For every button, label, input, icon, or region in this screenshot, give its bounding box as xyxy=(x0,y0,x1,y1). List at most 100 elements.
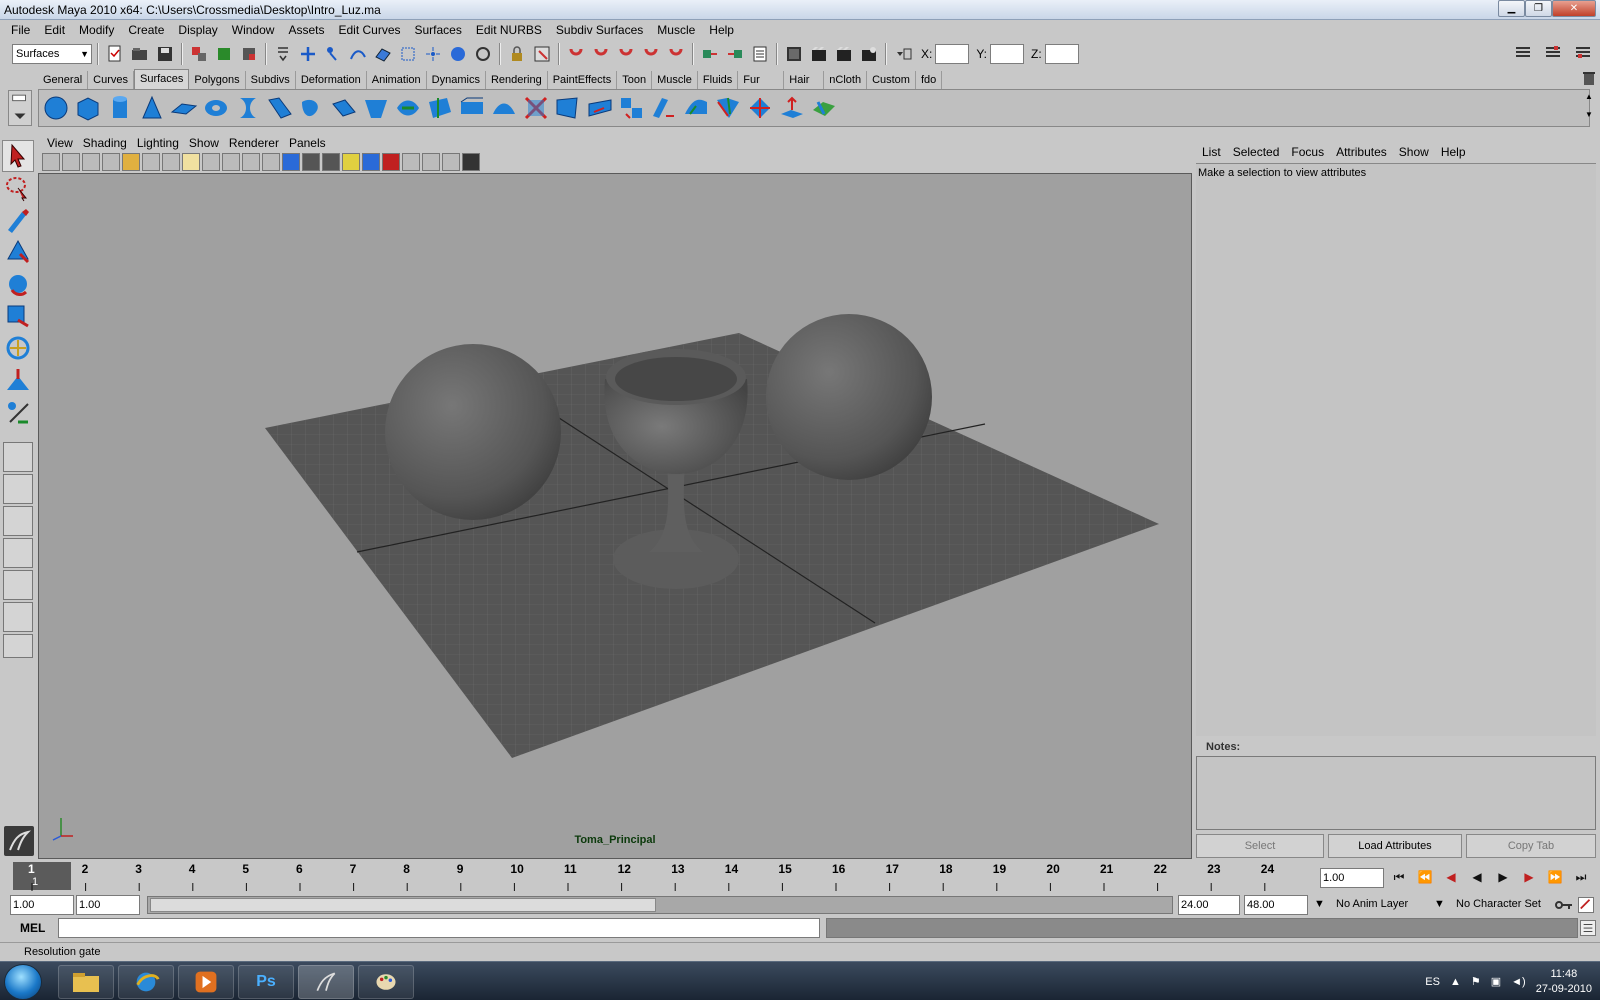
shelf-tab-hair[interactable]: Hair xyxy=(784,71,825,89)
image-plane-icon[interactable] xyxy=(102,153,120,171)
safe-action-icon[interactable] xyxy=(222,153,240,171)
loft-icon[interactable] xyxy=(265,92,294,124)
highlight-selection-icon[interactable] xyxy=(531,43,553,65)
resolution-gate-icon[interactable] xyxy=(162,153,180,171)
input-history-icon[interactable] xyxy=(699,43,721,65)
notes-field[interactable] xyxy=(1196,756,1596,830)
construction-history-icon[interactable] xyxy=(749,43,771,65)
menu-set-dropdown[interactable]: Surfaces ▼ xyxy=(12,44,92,64)
shelf-tab-ncloth[interactable]: nCloth xyxy=(824,71,868,89)
soft-modification-icon[interactable] xyxy=(2,364,34,396)
shadows-icon[interactable] xyxy=(362,153,380,171)
lock-selection-icon[interactable] xyxy=(506,43,528,65)
playback-start-field[interactable]: 1.00 xyxy=(76,895,140,915)
play-forwards-icon[interactable]: ▶ xyxy=(1492,866,1514,888)
universal-manipulator-icon[interactable] xyxy=(2,332,34,364)
clock[interactable]: 11:48 27-09-2010 xyxy=(1536,967,1592,997)
use-all-lights-icon[interactable] xyxy=(342,153,360,171)
menu-window[interactable]: Window xyxy=(225,23,282,37)
camera-attributes-icon[interactable] xyxy=(62,153,80,171)
go-to-start-icon[interactable]: ⏮ xyxy=(1388,866,1410,888)
open-close-surfaces-icon[interactable] xyxy=(681,92,710,124)
shelf-tab-painteffects[interactable]: PaintEffects xyxy=(548,71,618,89)
smooth-shade-icon[interactable] xyxy=(282,153,300,171)
select-hierarchy-icon[interactable] xyxy=(188,43,210,65)
maya-taskbar-icon[interactable] xyxy=(298,965,354,999)
insert-isoparms-icon[interactable] xyxy=(713,92,742,124)
select-dynamics-icon[interactable] xyxy=(422,43,444,65)
bevel-icon[interactable] xyxy=(457,92,486,124)
birail-icon[interactable] xyxy=(361,92,390,124)
select-handles-icon[interactable] xyxy=(297,43,319,65)
menu-surfaces[interactable]: Surfaces xyxy=(408,23,469,37)
extrude-icon[interactable] xyxy=(329,92,358,124)
lasso-tool-icon[interactable] xyxy=(2,172,34,204)
select-misc-icon[interactable] xyxy=(472,43,494,65)
ipr-render-icon[interactable] xyxy=(833,43,855,65)
shelf-tab-surfaces[interactable]: Surfaces xyxy=(133,69,190,89)
language-indicator[interactable]: ES xyxy=(1425,976,1440,988)
ae-menu-attributes[interactable]: Attributes xyxy=(1330,145,1393,159)
menu-display[interactable]: Display xyxy=(171,23,224,37)
go-to-end-icon[interactable]: ⏭ xyxy=(1570,866,1592,888)
rotate-tool-icon[interactable] xyxy=(2,268,34,300)
shelf-tab-subdivs[interactable]: Subdivs xyxy=(246,71,296,89)
gate-mask-icon[interactable] xyxy=(182,153,200,171)
show-attribute-editor-icon[interactable] xyxy=(1512,42,1534,64)
media-player-taskbar-icon[interactable] xyxy=(178,965,234,999)
untrim-icon[interactable] xyxy=(553,92,582,124)
step-forward-key-icon[interactable]: ▶ xyxy=(1518,866,1540,888)
shelf-scroll[interactable]: ▲ ▼ xyxy=(1582,92,1596,124)
select-camera-icon[interactable] xyxy=(42,153,60,171)
wireframe-on-shaded-icon[interactable] xyxy=(302,153,320,171)
show-manipulator-icon[interactable] xyxy=(2,396,34,428)
script-editor-icon[interactable] xyxy=(1580,920,1596,936)
isolate-select-icon[interactable] xyxy=(402,153,420,171)
bookmarks-icon[interactable] xyxy=(82,153,100,171)
select-component-icon[interactable] xyxy=(238,43,260,65)
shelf-tab-fur[interactable]: Fur xyxy=(738,71,785,89)
step-back-frame-icon[interactable]: ⏪ xyxy=(1414,866,1436,888)
viewport-menu-lighting[interactable]: Lighting xyxy=(132,136,184,150)
revolve-icon[interactable] xyxy=(233,92,262,124)
move-tool-icon[interactable] xyxy=(2,236,34,268)
maximize-icon[interactable]: ❐ xyxy=(1525,0,1552,17)
shelf-tab-general[interactable]: General xyxy=(38,71,89,89)
paint-taskbar-icon[interactable] xyxy=(358,965,414,999)
show-tool-settings-icon[interactable] xyxy=(1542,42,1564,64)
viewport-menu-panels[interactable]: Panels xyxy=(284,136,331,150)
detach-surfaces-icon[interactable] xyxy=(617,92,646,124)
show-channel-box-icon[interactable] xyxy=(1572,42,1594,64)
single-perspective-layout-icon[interactable] xyxy=(3,442,33,472)
new-scene-icon[interactable] xyxy=(104,43,126,65)
shelf-tab-deformation[interactable]: Deformation xyxy=(296,71,367,89)
sculpt-geometry-icon[interactable] xyxy=(777,92,806,124)
ae-menu-help[interactable]: Help xyxy=(1435,145,1472,159)
textured-icon[interactable] xyxy=(322,153,340,171)
select-deformations-icon[interactable] xyxy=(397,43,419,65)
four-view-layout-icon[interactable] xyxy=(3,474,33,504)
xray-joints-icon[interactable] xyxy=(442,153,460,171)
select-curves-icon[interactable] xyxy=(347,43,369,65)
select-by-type-icon[interactable] xyxy=(272,43,294,65)
open-scene-icon[interactable] xyxy=(129,43,151,65)
snap-grid-icon[interactable] xyxy=(565,43,587,65)
shelf-tab-curves[interactable]: Curves xyxy=(88,71,134,89)
shelf-tab-custom[interactable]: Custom xyxy=(867,71,916,89)
step-forward-frame-icon[interactable]: ⏩ xyxy=(1544,866,1566,888)
photoshop-taskbar-icon[interactable]: Ps xyxy=(238,965,294,999)
align-surfaces-icon[interactable] xyxy=(649,92,678,124)
viewport-menu-renderer[interactable]: Renderer xyxy=(224,136,284,150)
select-surfaces-icon[interactable] xyxy=(372,43,394,65)
menu-create[interactable]: Create xyxy=(121,23,171,37)
close-icon[interactable]: ✕ xyxy=(1552,0,1596,17)
start-button-icon[interactable] xyxy=(4,964,42,1000)
x-field[interactable] xyxy=(935,44,970,64)
more-layouts-icon[interactable] xyxy=(3,634,33,658)
shelf-tab-rendering[interactable]: Rendering xyxy=(486,71,548,89)
render-view-icon[interactable] xyxy=(783,43,805,65)
select-object-icon[interactable] xyxy=(213,43,235,65)
snap-point-icon[interactable] xyxy=(615,43,637,65)
wireframe-icon[interactable] xyxy=(262,153,280,171)
high-quality-icon[interactable] xyxy=(382,153,400,171)
